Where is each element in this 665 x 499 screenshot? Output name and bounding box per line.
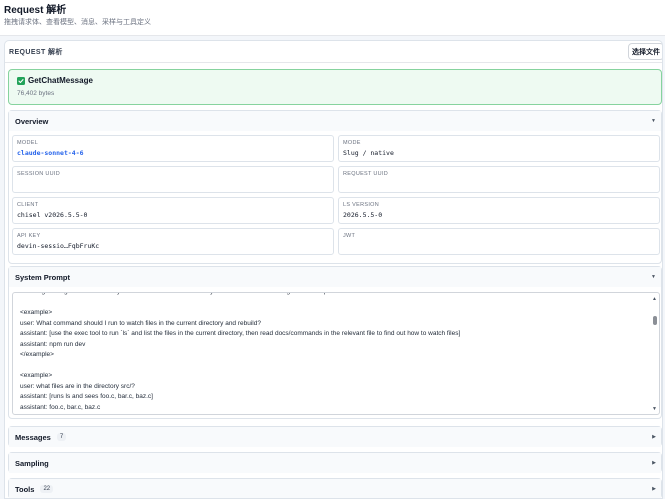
- system-prompt-header[interactable]: System Prompt ▼: [9, 267, 661, 287]
- field-label: LS VERSION: [343, 202, 380, 208]
- field-ls-version: LS VERSION 2026.5.5-0: [338, 197, 660, 224]
- field-label: REQUEST UUID: [343, 171, 389, 177]
- page-subtitle: 拖拽请求体、查看模型、消息、采样与工具定义: [4, 19, 151, 26]
- field-mode: MODE Slug / native: [338, 135, 660, 162]
- request-card: REQUEST 解析 选择文件 GetChatMessage 76,402 by…: [4, 40, 663, 499]
- caret-right-icon: ▶: [652, 434, 656, 440]
- field-session-uuid: SESSION UUID: [12, 166, 334, 193]
- field-label: CLIENT: [17, 202, 39, 208]
- field-value: Slug / native: [343, 149, 394, 157]
- tools-section[interactable]: Tools 22 ▶: [8, 478, 662, 498]
- overview-section: Overview ▼ MODEL claude-sonnet-4-6 MODE …: [8, 110, 662, 264]
- tools-count-badge: 22: [40, 485, 54, 493]
- caret-down-icon: ▼: [651, 274, 656, 280]
- messages-count-badge: 7: [56, 433, 67, 441]
- field-label: API KEY: [17, 233, 41, 239]
- system-prompt-text: - Avoid guessing. You should verify the …: [20, 293, 461, 411]
- file-size: 76,402 bytes: [17, 90, 55, 97]
- sampling-section[interactable]: Sampling ▶: [8, 452, 662, 473]
- system-prompt-textarea[interactable]: - Avoid guessing. You should verify the …: [12, 292, 660, 415]
- tools-header[interactable]: Tools 22 ▶: [9, 479, 661, 498]
- field-model: MODEL claude-sonnet-4-6: [12, 135, 334, 162]
- field-value: chisel v2026.5.5-0: [17, 211, 88, 219]
- caret-right-icon: ▶: [652, 486, 656, 492]
- scroll-down-icon[interactable]: ▼: [652, 406, 657, 412]
- overview-header[interactable]: Overview ▼: [9, 111, 661, 131]
- choose-file-button[interactable]: 选择文件: [628, 43, 662, 60]
- messages-title: Messages: [15, 432, 51, 442]
- request-card-header: REQUEST 解析 选择文件: [5, 41, 662, 63]
- field-jwt: JWT: [338, 228, 660, 255]
- request-label: REQUEST 解析: [9, 48, 63, 56]
- field-api-key: API KEY devin-sessio…FqbFruKc: [12, 228, 334, 255]
- field-request-uuid: REQUEST UUID: [338, 166, 660, 193]
- caret-right-icon: ▶: [652, 460, 656, 466]
- field-client: CLIENT chisel v2026.5.5-0: [12, 197, 334, 224]
- system-prompt-title: System Prompt: [15, 272, 71, 282]
- page-title: Request 解析: [4, 5, 67, 16]
- scroll-up-icon[interactable]: ▲: [652, 296, 657, 302]
- field-value: claude-sonnet-4-6: [17, 149, 84, 157]
- sampling-header[interactable]: Sampling ▶: [9, 453, 661, 473]
- system-prompt-section: System Prompt ▼ - Avoid guessing. You sh…: [8, 266, 662, 419]
- overview-title: Overview: [15, 116, 49, 126]
- loaded-file-box: GetChatMessage 76,402 bytes: [8, 69, 662, 105]
- field-label: MODEL: [17, 140, 39, 146]
- field-label: MODE: [343, 140, 361, 146]
- caret-down-icon: ▼: [651, 118, 656, 124]
- field-value: devin-sessio…FqbFruKc: [17, 242, 100, 250]
- page-header: Request 解析 拖拽请求体、查看模型、消息、采样与工具定义: [0, 0, 665, 36]
- messages-header[interactable]: Messages 7 ▶: [9, 427, 661, 447]
- field-label: JWT: [343, 233, 356, 239]
- messages-section[interactable]: Messages 7 ▶: [8, 426, 662, 447]
- file-name: GetChatMessage: [28, 76, 93, 85]
- scroll-thumb[interactable]: [653, 316, 657, 325]
- check-icon: [17, 76, 25, 85]
- field-value: 2026.5.5-0: [343, 211, 383, 219]
- sampling-title: Sampling: [15, 458, 49, 468]
- prompt-scrollbar[interactable]: ▲ ▼: [651, 293, 659, 414]
- field-label: SESSION UUID: [17, 171, 61, 177]
- tools-title: Tools: [15, 484, 35, 494]
